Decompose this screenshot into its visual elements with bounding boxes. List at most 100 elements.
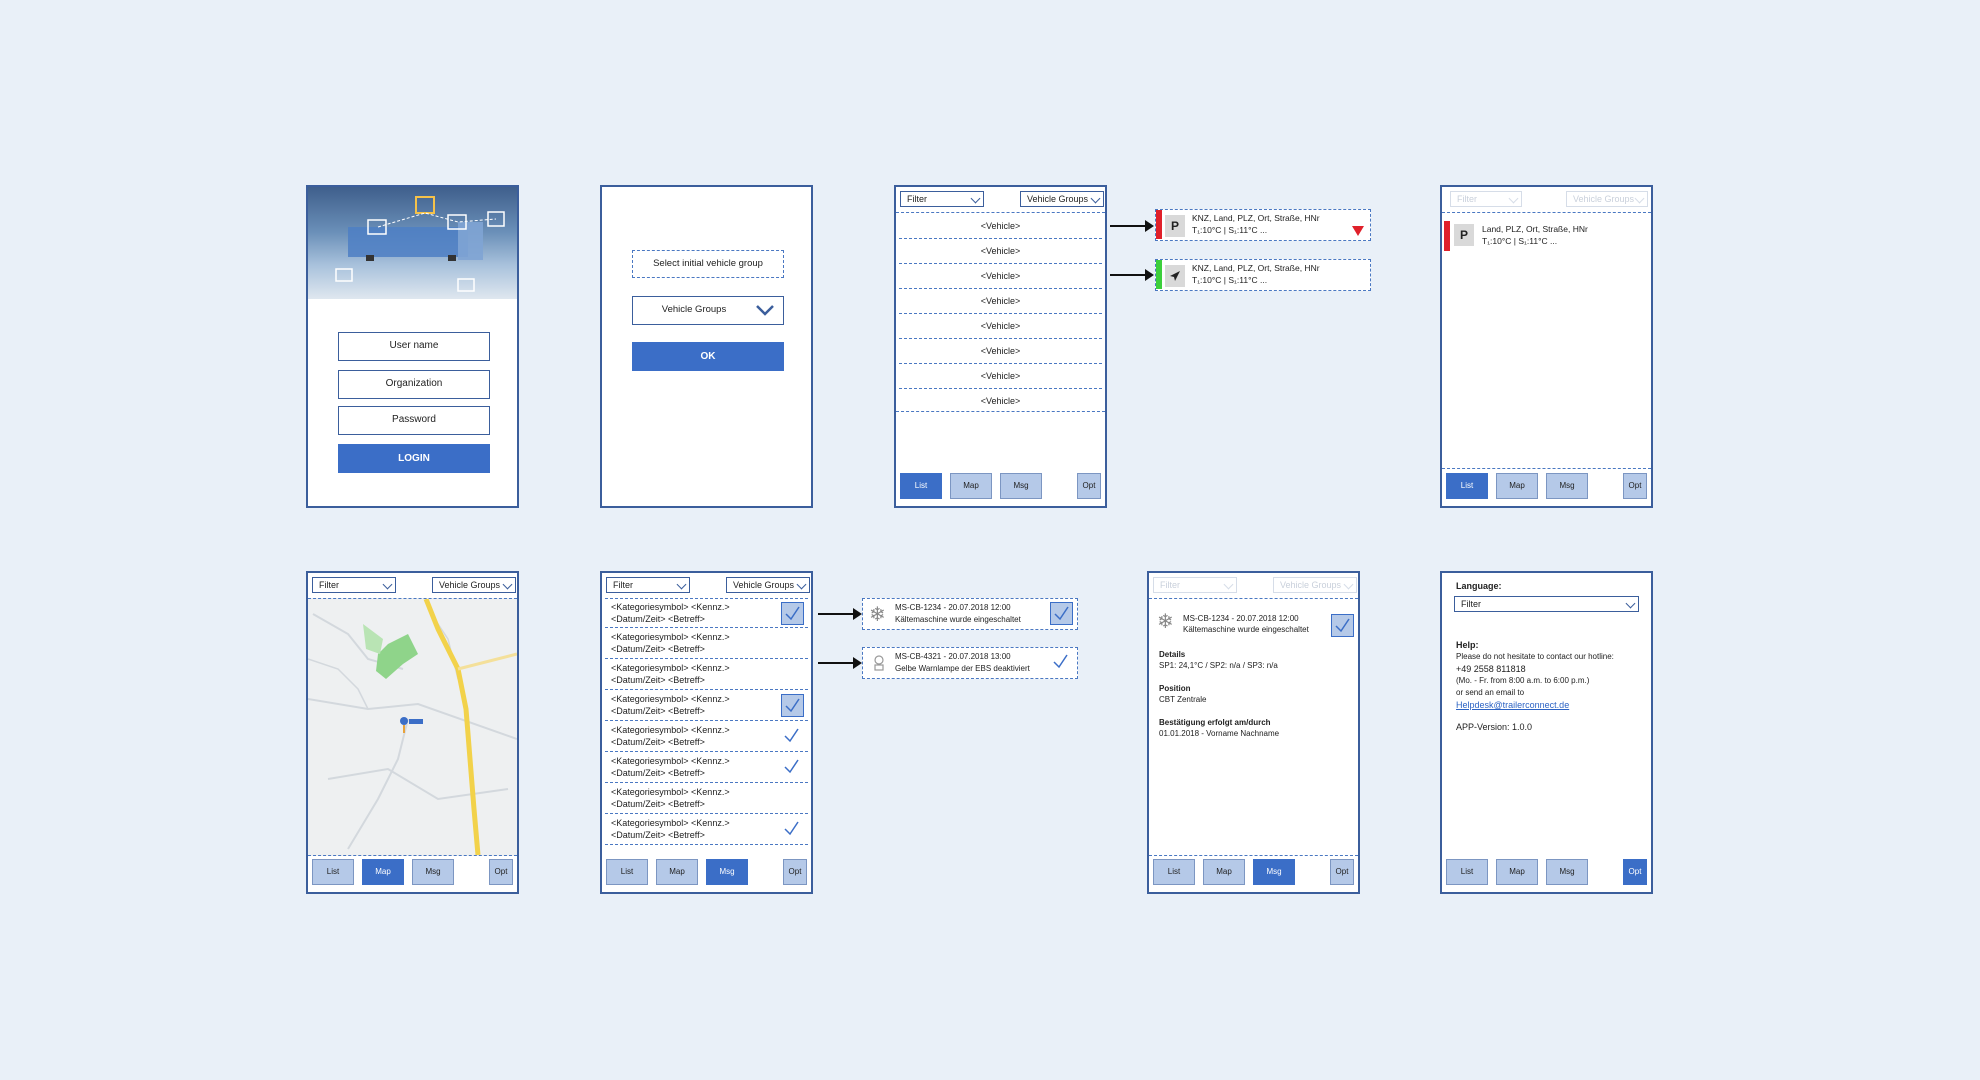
message-date-line: <Datum/Zeit> <Betreff> xyxy=(611,799,705,809)
message-card[interactable]: ❄ MS-CB-1234 - 20.07.2018 12:00 Kältemas… xyxy=(862,598,1078,630)
vehicle-groups-dropdown[interactable]: Vehicle Groups xyxy=(632,296,784,325)
list-item[interactable]: <Vehicle> xyxy=(899,290,1102,314)
message-list: <Kategoriesymbol> <Kennz.> <Datum/Zeit> <… xyxy=(602,598,811,848)
confirm-checkbox[interactable] xyxy=(781,602,804,625)
nav-msg-button[interactable]: Msg xyxy=(706,859,748,885)
message-date-line: <Datum/Zeit> <Betreff> xyxy=(611,737,705,747)
vehicle-groups-dropdown[interactable]: Vehicle Groups xyxy=(1273,577,1357,593)
messages-screen: Filter Vehicle Groups <Kategoriesymbol> … xyxy=(600,571,813,894)
filter-dropdown[interactable]: Filter xyxy=(1153,577,1237,593)
confirm-value: 01.01.2018 - Vorname Nachname xyxy=(1159,729,1280,738)
message-list-item[interactable]: <Kategoriesymbol> <Kennz.> <Datum/Zeit> <… xyxy=(605,815,808,845)
message-subject: Gelbe Warnlampe der EBS deaktiviert xyxy=(895,664,1030,673)
nav-map-button[interactable]: Map xyxy=(656,859,698,885)
nav-map-button[interactable]: Map xyxy=(1496,473,1538,499)
nav-opt-button[interactable]: Opt xyxy=(489,859,513,885)
vehicle-card[interactable]: KNZ, Land, PLZ, Ort, Straße, HNr T₁:10°C… xyxy=(1155,259,1371,291)
vehicle-groups-dropdown[interactable]: Vehicle Groups xyxy=(1566,191,1648,207)
help-text: Please do not hesitate to contact our ho… xyxy=(1456,652,1614,661)
nav-map-button[interactable]: Map xyxy=(362,859,404,885)
status-bar xyxy=(1444,221,1450,251)
nav-opt-button[interactable]: Opt xyxy=(783,859,807,885)
map-view[interactable] xyxy=(308,598,517,856)
list-item[interactable]: <Vehicle> xyxy=(899,390,1102,414)
confirm-checkbox[interactable] xyxy=(781,694,804,717)
vehicle-card-text: KNZ, Land, PLZ, Ort, Straße, HNr T₁:10°C… xyxy=(1192,262,1320,286)
group-select-screen: Select initial vehicle group Vehicle Gro… xyxy=(600,185,813,508)
confirm-checkbox[interactable] xyxy=(781,756,804,779)
message-list-item[interactable]: <Kategoriesymbol> <Kennz.> <Datum/Zeit> <… xyxy=(605,691,808,721)
confirm-checkbox[interactable] xyxy=(781,725,804,748)
chevron-down-icon xyxy=(756,305,774,316)
ok-button[interactable]: OK xyxy=(632,342,784,371)
nav-list-button[interactable]: List xyxy=(1446,859,1488,885)
details-value: SP1: 24,1°C / SP2: n/a / SP3: n/a xyxy=(1159,661,1278,670)
message-card-text: MS-CB-4321 - 20.07.2018 13:00 Gelbe Warn… xyxy=(895,651,1030,675)
nav-opt-button[interactable]: Opt xyxy=(1623,473,1647,499)
chevron-down-icon xyxy=(1634,193,1645,204)
checkmark-icon xyxy=(1053,654,1068,669)
message-list-item[interactable]: <Kategoriesymbol> <Kennz.> <Datum/Zeit> <… xyxy=(605,598,808,628)
filter-dropdown[interactable]: Filter xyxy=(312,577,396,593)
confirm-checkbox[interactable] xyxy=(1050,651,1073,674)
checkmark-icon xyxy=(784,821,799,836)
filter-dropdown[interactable]: Filter xyxy=(1450,191,1522,207)
vehicle-groups-dropdown[interactable]: Vehicle Groups xyxy=(432,577,516,593)
nav-msg-button[interactable]: Msg xyxy=(1546,473,1588,499)
vehicle-temps: T₁:10°C | S₁:11°C ... xyxy=(1192,275,1268,285)
message-date-line: <Datum/Zeit> <Betreff> xyxy=(611,614,705,624)
username-field[interactable]: User name xyxy=(338,332,490,361)
confirm-checkbox[interactable] xyxy=(781,818,804,841)
select-group-prompt: Select initial vehicle group xyxy=(632,250,784,278)
list-item[interactable]: <Vehicle> xyxy=(899,340,1102,364)
nav-opt-button[interactable]: Opt xyxy=(1330,859,1354,885)
language-value: Filter xyxy=(1461,599,1481,609)
message-list-item[interactable]: <Kategoriesymbol> <Kennz.> <Datum/Zeit> <… xyxy=(605,753,808,783)
confirm-heading: Bestätigung erfolgt am/durch xyxy=(1159,718,1271,727)
nav-msg-button[interactable]: Msg xyxy=(1546,859,1588,885)
list-item[interactable]: <Vehicle> xyxy=(899,315,1102,339)
message-card[interactable]: MS-CB-4321 - 20.07.2018 13:00 Gelbe Warn… xyxy=(862,647,1078,679)
nav-msg-button[interactable]: Msg xyxy=(1253,859,1295,885)
organization-field[interactable]: Organization xyxy=(338,370,490,399)
list-item[interactable]: <Vehicle> xyxy=(899,365,1102,389)
language-label: Language: xyxy=(1456,581,1502,591)
language-dropdown[interactable]: Filter xyxy=(1454,596,1639,612)
message-date-line: <Datum/Zeit> <Betreff> xyxy=(611,644,705,654)
nav-list-button[interactable]: List xyxy=(312,859,354,885)
message-category-line: <Kategoriesymbol> <Kennz.> xyxy=(611,632,730,642)
nav-list-button[interactable]: List xyxy=(1153,859,1195,885)
position-value: CBT Zentrale xyxy=(1159,695,1207,704)
message-list-item[interactable]: <Kategoriesymbol> <Kennz.> <Datum/Zeit> <… xyxy=(605,660,808,690)
nav-list-button[interactable]: List xyxy=(1446,473,1488,499)
nav-msg-button[interactable]: Msg xyxy=(412,859,454,885)
message-list-item[interactable]: <Kategoriesymbol> <Kennz.> <Datum/Zeit> <… xyxy=(605,629,808,659)
message-category-line: <Kategoriesymbol> <Kennz.> xyxy=(611,756,730,766)
list-item[interactable]: <Vehicle> xyxy=(899,215,1102,239)
nav-map-button[interactable]: Map xyxy=(1203,859,1245,885)
vehicle-card[interactable]: P KNZ, Land, PLZ, Ort, Straße, HNr T₁:10… xyxy=(1155,209,1371,241)
confirm-checkbox[interactable] xyxy=(1050,602,1073,625)
login-button[interactable]: LOGIN xyxy=(338,444,490,473)
filter-dropdown[interactable]: Filter xyxy=(900,191,984,207)
nav-opt-button[interactable]: Opt xyxy=(1077,473,1101,499)
list-item[interactable]: <Vehicle> xyxy=(899,265,1102,289)
trailer-illustration-icon xyxy=(335,196,505,292)
nav-map-button[interactable]: Map xyxy=(950,473,992,499)
message-list-item[interactable]: <Kategoriesymbol> <Kennz.> <Datum/Zeit> <… xyxy=(605,784,808,814)
vehicle-groups-dropdown[interactable]: Vehicle Groups xyxy=(1020,191,1104,207)
filter-dropdown[interactable]: Filter xyxy=(606,577,690,593)
nav-msg-button[interactable]: Msg xyxy=(1000,473,1042,499)
list-item[interactable]: <Vehicle> xyxy=(899,240,1102,264)
nav-list-button[interactable]: List xyxy=(900,473,942,499)
nav-map-button[interactable]: Map xyxy=(1496,859,1538,885)
hotline-hours: (Mo. - Fr. from 8:00 a.m. to 6:00 p.m.) xyxy=(1456,676,1590,685)
password-field[interactable]: Password xyxy=(338,406,490,435)
message-list-item[interactable]: <Kategoriesymbol> <Kennz.> <Datum/Zeit> <… xyxy=(605,722,808,752)
parking-icon: P xyxy=(1165,215,1185,237)
helpdesk-email-link[interactable]: Helpdesk@trailerconnect.de xyxy=(1456,699,1614,711)
vehicle-groups-dropdown[interactable]: Vehicle Groups xyxy=(726,577,810,593)
confirm-checkbox[interactable] xyxy=(1331,614,1354,637)
nav-opt-button[interactable]: Opt xyxy=(1623,859,1647,885)
nav-list-button[interactable]: List xyxy=(606,859,648,885)
